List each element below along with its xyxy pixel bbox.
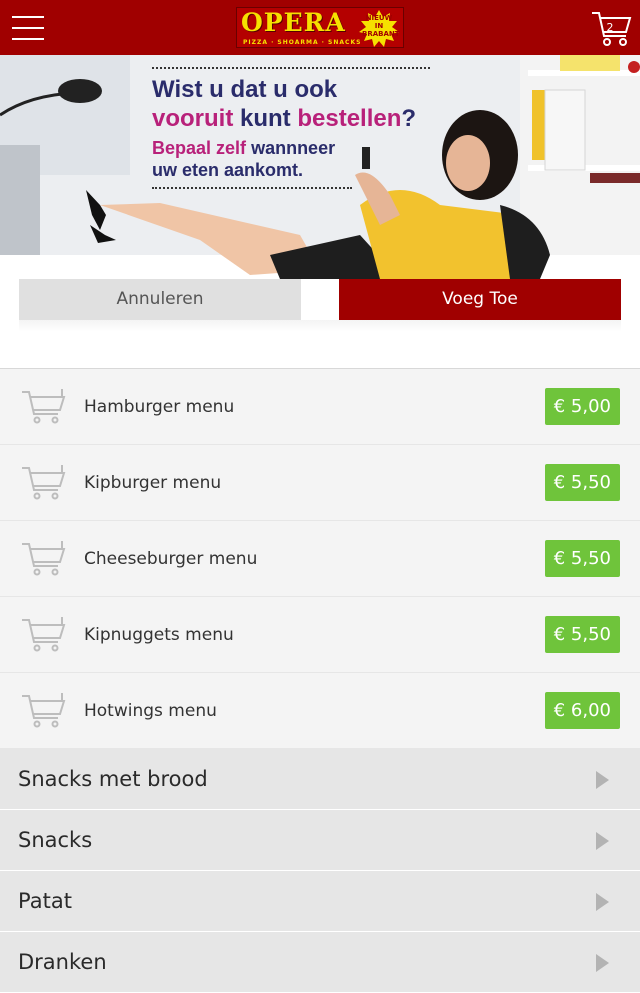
- banner-line-3: Bepaal zelf wannneer: [152, 138, 336, 158]
- category-patat[interactable]: Patat: [0, 871, 640, 932]
- menu-item-name: Kipburger menu: [84, 473, 222, 493]
- category-snacks[interactable]: Snacks: [0, 810, 640, 871]
- category-label: Dranken: [18, 950, 107, 974]
- category-dranken[interactable]: Dranken: [0, 932, 640, 993]
- menu-item-price[interactable]: € 5,00: [544, 388, 620, 425]
- chevron-right-icon: [596, 832, 609, 850]
- category-label: Patat: [18, 889, 72, 913]
- app-header: OPERA PIZZA · SHOARMA · SNACKS NIEUW IN …: [0, 0, 640, 55]
- menu-item[interactable]: Cheeseburger menu € 5,50: [0, 521, 640, 597]
- menu-item-price[interactable]: € 6,00: [544, 692, 620, 729]
- cancel-button[interactable]: Annuleren: [19, 279, 301, 320]
- add-to-cart-icon[interactable]: [20, 691, 66, 729]
- add-to-cart-icon[interactable]: [20, 463, 66, 501]
- menu-item[interactable]: Hamburger menu € 5,00: [0, 369, 640, 445]
- menu-item-price[interactable]: € 5,50: [544, 616, 620, 653]
- banner-line-4: uw eten aankomt.: [152, 160, 304, 180]
- menu-item-name: Kipnuggets menu: [84, 625, 234, 645]
- chevron-right-icon: [596, 771, 609, 789]
- hamburger-menu-icon[interactable]: [12, 16, 44, 40]
- menu-item-name: Hotwings menu: [84, 701, 217, 721]
- banner-line-2: vooruit kunt bestellen?: [152, 105, 417, 132]
- cart-count-badge: 2: [606, 21, 614, 34]
- banner-line-1: Wist u dat u ook: [152, 76, 338, 103]
- chevron-right-icon: [596, 893, 609, 911]
- logo-tagline: PIZZA · SHOARMA · SNACKS: [243, 39, 362, 46]
- menu-item[interactable]: Kipburger menu € 5,50: [0, 445, 640, 521]
- logo-badge-text: NIEUW IN BRABANT: [362, 14, 400, 38]
- category-list: Snacks met brood Snacks Patat Dranken: [0, 749, 640, 993]
- action-buttons: Annuleren Voeg Toe: [0, 279, 640, 369]
- add-to-cart-icon[interactable]: [20, 387, 66, 425]
- promo-banner: Wist u dat u ook vooruit kunt bestellen?…: [0, 55, 640, 279]
- logo-text: OPERA: [241, 8, 346, 37]
- category-snacks-met-brood[interactable]: Snacks met brood: [0, 749, 640, 810]
- opera-logo[interactable]: OPERA PIZZA · SHOARMA · SNACKS NIEUW IN …: [236, 7, 404, 48]
- add-to-cart-icon[interactable]: [20, 615, 66, 653]
- menu-item-list: Hamburger menu € 5,00 Kipburger menu € 5…: [0, 368, 640, 749]
- banner-copy: Wist u dat u ook vooruit kunt bestellen?…: [152, 67, 432, 195]
- menu-item-name: Hamburger menu: [84, 397, 235, 417]
- menu-item[interactable]: Hotwings menu € 6,00: [0, 673, 640, 749]
- menu-item-price[interactable]: € 5,50: [544, 464, 620, 501]
- category-label: Snacks met brood: [18, 767, 208, 791]
- chevron-right-icon: [596, 954, 609, 972]
- add-to-cart-icon[interactable]: [20, 539, 66, 577]
- category-label: Snacks: [18, 828, 93, 852]
- menu-item[interactable]: Kipnuggets menu € 5,50: [0, 597, 640, 673]
- menu-item-name: Cheeseburger menu: [84, 549, 258, 569]
- add-button[interactable]: Voeg Toe: [339, 279, 621, 320]
- menu-item-price[interactable]: € 5,50: [544, 540, 620, 577]
